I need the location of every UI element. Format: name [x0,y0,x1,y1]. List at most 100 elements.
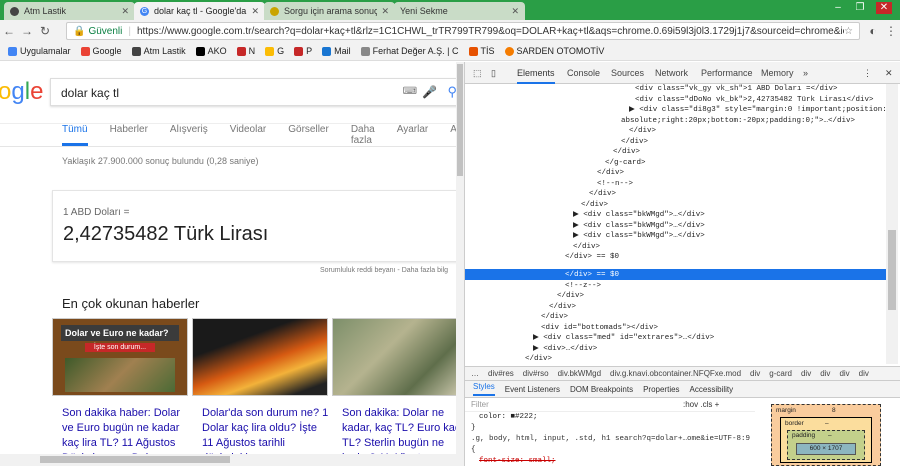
tab-atm-lastik[interactable]: Atm Lastik ✕ [4,2,135,20]
tab-sorgu[interactable]: Sorgu için arama sonuçla ✕ [264,2,395,20]
tab-new[interactable]: Yeni Sekme ✕ [394,2,525,20]
dom-node[interactable]: ▶ <div class="med" id="extrares">…</div> [533,333,714,344]
dom-node[interactable]: </div> [581,200,608,211]
tab-videos[interactable]: Videolar [230,124,267,146]
dom-node[interactable]: ▶ <div class="bkWMgd">…</div> [573,221,705,232]
dom-node[interactable]: </div> [557,291,584,302]
inspect-element-icon[interactable]: ⬚ [473,68,482,79]
tab-elements[interactable]: Elements [517,68,555,84]
dom-node[interactable]: absolute;right:20px;bottom:-20px;padding… [621,116,855,127]
dom-node[interactable]: ▶ <div>…</div> [533,344,597,355]
dom-node[interactable]: </div> [589,189,616,200]
close-devtools-icon[interactable]: ✕ [885,68,893,79]
bookmark-ako[interactable]: AKO [195,46,227,56]
menu-icon[interactable]: ⋮ [882,24,900,38]
extension-icon[interactable]: ◐ [864,24,882,38]
bookmark-g[interactable]: G [265,46,284,56]
dom-node[interactable]: <div class="vk_gy vk_sh">1 ABD Doları =<… [635,84,838,95]
bookmark-star-icon[interactable]: ☆ [844,26,853,37]
dom-node[interactable]: </div> [629,126,656,137]
close-tab-icon[interactable]: ✕ [121,6,129,17]
selected-dom-node[interactable]: </div> == $0 [565,270,619,281]
dom-node[interactable]: </div> [597,168,624,179]
breadcrumb-item[interactable]: div.g.knavi.obcontainer.NFQFxe.mod [610,369,741,378]
dom-node[interactable]: ▶ <div class="bkWMgd">…</div> [573,231,705,242]
style-selector-line[interactable]: .g, body, html, input, .std, h1 search?q… [471,434,755,445]
dom-node[interactable]: <div id="bottomads"></div> [541,323,658,334]
dom-node[interactable]: <!--n--> [597,179,633,190]
breadcrumb-item[interactable]: div [859,369,869,378]
dom-node[interactable]: </div> [573,242,600,253]
dom-node[interactable]: </div> [525,354,552,364]
bookmark-ferhat[interactable]: Ferhat Değer A.Ş. | C [360,46,459,56]
tab-dom-breakpoints[interactable]: DOM Breakpoints [570,385,633,394]
tab-images[interactable]: Görseller [288,124,329,146]
forward-icon[interactable]: → [18,24,36,38]
dom-node[interactable]: </div> [621,137,648,148]
microphone-icon[interactable]: 🎤 [422,85,437,99]
news-image-2[interactable] [192,318,328,396]
news-image-3[interactable] [332,318,464,396]
google-logo[interactable]: ogle [0,78,43,106]
hov-cls-controls[interactable]: :hov .cls + [683,400,719,409]
reload-icon[interactable]: ↻ [36,24,54,38]
tab-sources[interactable]: Sources [611,68,644,78]
breadcrumb-item[interactable]: div [801,369,811,378]
close-tab-icon[interactable]: ✕ [511,6,519,17]
bookmark-sarden[interactable]: SARDEN OTOMOTİV [504,46,604,56]
bookmark-apps[interactable]: Uygulamalar [8,46,71,56]
breadcrumb-item[interactable]: div [820,369,830,378]
dom-node[interactable]: </div> [549,302,576,313]
tab-properties[interactable]: Properties [643,385,679,394]
style-rule-line[interactable]: color: ■#222; [471,412,755,423]
page-scrollbar-thumb[interactable] [457,64,463,176]
bookmark-google[interactable]: Google [80,46,122,56]
maximize-icon[interactable]: ❐ [852,2,868,14]
breadcrumb-item[interactable]: div#res [488,369,514,378]
back-icon[interactable]: ← [0,24,18,38]
tab-settings[interactable]: Ayarlar [397,124,429,146]
breadcrumb-item[interactable]: … [471,369,479,378]
tab-shopping[interactable]: Alışveriş [170,124,208,146]
device-toolbar-icon[interactable]: ▯ [491,68,496,79]
disclaimer-link[interactable]: Sorumluluk reddi beyanı - Daha fazla bil… [320,267,448,274]
dom-node[interactable]: <div class="dDoNo vk_bk">2,42735482 Türk… [635,95,874,106]
more-options-icon[interactable]: ⋮ [863,68,872,79]
address-bar[interactable]: 🔒 Güvenli | https://www.google.com.tr/se… [66,22,860,40]
horizontal-scrollbar-thumb[interactable] [40,456,230,463]
tab-news[interactable]: Haberler [110,124,148,146]
bookmark-n[interactable]: N [236,46,255,56]
bookmark-tis[interactable]: TİS [468,46,495,56]
news-image-1[interactable]: Dolar ve Euro ne kadar? İşte son durum..… [52,318,188,396]
tab-overflow[interactable]: » [803,68,808,78]
close-tab-icon[interactable]: ✕ [381,6,389,17]
breadcrumb-item[interactable]: div#rso [523,369,549,378]
tab-event-listeners[interactable]: Event Listeners [505,385,560,394]
dom-node[interactable]: </div> [541,312,568,323]
bookmark-mail[interactable]: Mail [322,46,351,56]
dom-tree-scrollbar[interactable] [886,84,898,364]
tab-styles[interactable]: Styles [473,382,495,396]
tab-all[interactable]: Tümü [62,124,88,146]
tab-console[interactable]: Console [567,68,600,78]
breadcrumb-item[interactable]: g-card [769,369,792,378]
tab-accessibility[interactable]: Accessibility [690,385,734,394]
search-input[interactable]: dolar kaç tl ⌨ 🎤 ⚲ [50,78,462,106]
dom-node[interactable]: <!--z--> [565,281,601,292]
close-tab-icon[interactable]: ✕ [251,6,259,17]
tab-performance[interactable]: Performance [701,68,753,78]
dom-node[interactable]: ▶ <div class="di8g3" style="margin:0 !im… [629,105,887,116]
dom-node[interactable]: ▶ <div class="bkWMgd">…</div> [573,210,705,221]
style-rule-line[interactable]: font-size: small; [471,456,755,466]
dom-node[interactable]: </g-card> [605,158,646,169]
tab-google-search[interactable]: G dolar kaç tl - Google'da A ✕ [134,2,265,20]
dom-node[interactable]: </div> [613,147,640,158]
breadcrumb-item[interactable]: div [750,369,760,378]
breadcrumb-item[interactable]: div.bkWMgd [558,369,601,378]
keyboard-icon[interactable]: ⌨ [403,86,417,97]
breadcrumb-item[interactable]: div [839,369,849,378]
close-window-icon[interactable]: ✕ [876,2,892,14]
dom-tree-scrollbar-thumb[interactable] [888,230,896,310]
bookmark-atm[interactable]: Atm Lastik [131,46,186,56]
tab-more[interactable]: Daha fazla [351,124,375,146]
